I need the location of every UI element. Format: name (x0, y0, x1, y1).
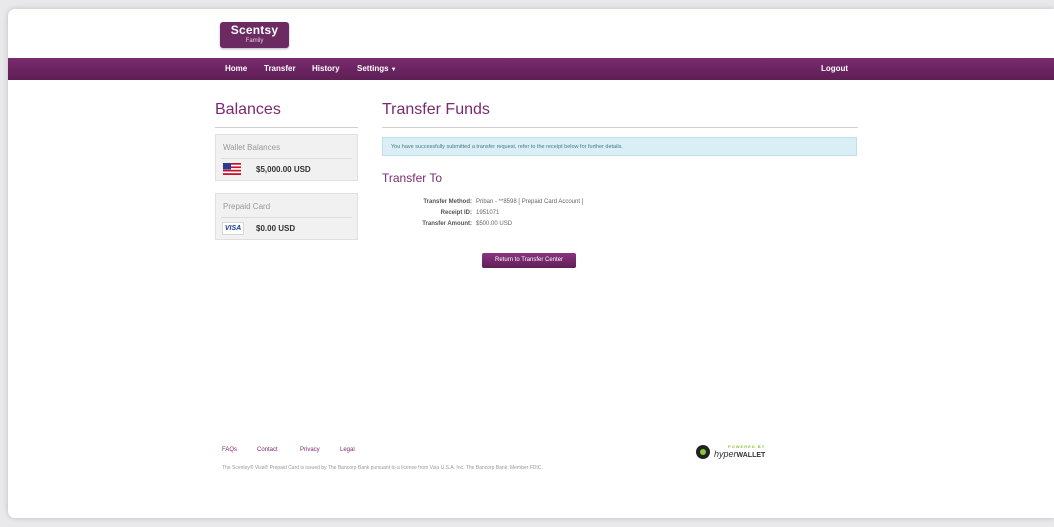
nav-settings[interactable]: Settings ▼ (357, 58, 397, 80)
footer-link-privacy[interactable]: Privacy (300, 447, 320, 453)
transfer-amount-value: $500.00 USD (476, 221, 513, 227)
logo-text: Scentsy (230, 23, 279, 37)
hyperwallet-name-part1: hyper (714, 449, 737, 459)
panel-divider (221, 217, 352, 218)
prepaid-card-panel: Prepaid Card VISA $0.00 USD (215, 193, 358, 240)
main-nav: Home Transfer History Settings ▼ Logout (8, 58, 1054, 80)
footer-link-contact[interactable]: Contact (257, 447, 278, 453)
hyperwallet-name: hyperWALLET (714, 449, 765, 459)
browser-content: Scentsy Family Home Transfer History Set… (8, 9, 1054, 518)
prepaid-card-amount: $0.00 USD (256, 224, 296, 233)
nav-transfer[interactable]: Transfer (264, 58, 296, 80)
wallet-balances-panel: Wallet Balances $5,000.00 USD (215, 134, 358, 181)
hyperwallet-icon (696, 445, 710, 459)
receipt-id-value: 1951071 (476, 210, 500, 216)
nav-home[interactable]: Home (225, 58, 247, 80)
wallet-balance-amount: $5,000.00 USD (256, 165, 311, 174)
wallet-balances-title: Wallet Balances (223, 143, 281, 152)
transfer-method-value: Priban - **8598 [ Prepaid Card Account ] (476, 199, 584, 205)
nav-settings-label: Settings (357, 64, 389, 73)
prepaid-card-title: Prepaid Card (223, 202, 271, 211)
logo-subtext: Family (245, 38, 264, 44)
scentsy-logo[interactable]: Scentsy Family (220, 22, 289, 48)
receipt-id-label: Receipt ID: (440, 210, 472, 216)
page-title: Transfer Funds (382, 101, 490, 118)
hyperwallet-logo[interactable]: POWERED BY hyperWALLET (696, 444, 780, 462)
return-to-transfer-center-button[interactable]: Return to Transfer Center (482, 253, 576, 268)
success-alert: You have successfully submitted a transf… (382, 137, 857, 156)
footer-disclaimer: The Scentsy® Visa® Prepaid Card is issue… (222, 465, 543, 471)
us-flag-icon (223, 163, 241, 175)
transfer-to-title: Transfer To (382, 171, 443, 185)
nav-logout[interactable]: Logout (821, 58, 848, 80)
title-divider (382, 127, 858, 128)
footer-link-legal[interactable]: Legal (340, 447, 355, 453)
balances-title: Balances (215, 101, 281, 118)
visa-icon: VISA (222, 222, 244, 235)
balances-divider (215, 127, 358, 128)
chevron-down-icon: ▼ (390, 67, 397, 73)
nav-history[interactable]: History (312, 58, 340, 80)
footer-link-faqs[interactable]: FAQs (222, 447, 237, 453)
hyperwallet-name-part2: WALLET (736, 452, 766, 459)
panel-divider (221, 158, 352, 159)
transfer-amount-label: Transfer Amount: (422, 221, 472, 227)
transfer-method-label: Transfer Method: (423, 199, 472, 205)
